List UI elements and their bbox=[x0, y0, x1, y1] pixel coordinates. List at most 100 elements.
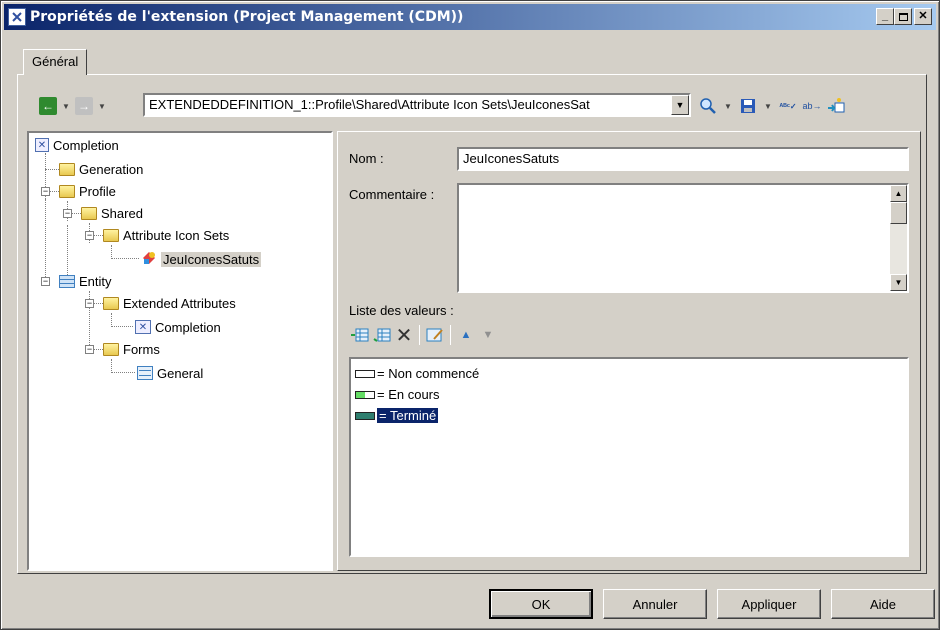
tab-general[interactable]: Général bbox=[23, 49, 88, 75]
combo-dropdown-button[interactable]: ▼ bbox=[671, 95, 689, 115]
expand-toggle-profile[interactable]: − bbox=[41, 187, 50, 196]
tree-item-completion-root[interactable]: ✕ Completion bbox=[35, 135, 119, 155]
properties-icon[interactable] bbox=[426, 326, 444, 344]
add-row-icon[interactable] bbox=[373, 326, 391, 344]
toolbar-separator bbox=[450, 325, 451, 345]
properties-dialog: Propriétés de l'extension (Project Manag… bbox=[0, 0, 940, 630]
folder-open-icon bbox=[81, 206, 97, 220]
maximize-icon bbox=[898, 12, 908, 21]
icon-set-icon bbox=[141, 250, 157, 269]
scroll-thumb[interactable] bbox=[890, 202, 907, 224]
folder-open-icon bbox=[103, 342, 119, 356]
tree-item-shared[interactable]: Shared bbox=[81, 203, 143, 223]
tree-item-label: Completion bbox=[53, 137, 119, 153]
table-icon bbox=[59, 274, 75, 288]
cancel-button[interactable]: Annuler bbox=[603, 589, 707, 619]
tree-item-label: Completion bbox=[155, 319, 221, 335]
name-input[interactable]: JeuIconesSatuts bbox=[457, 147, 909, 171]
comment-label: Commentaire : bbox=[349, 187, 435, 202]
form-icon bbox=[137, 366, 153, 380]
help-button[interactable]: Aide bbox=[831, 589, 935, 619]
folder-open-icon bbox=[103, 296, 119, 310]
cancel-button-label: Annuler bbox=[632, 596, 678, 612]
apply-template-icon[interactable] bbox=[827, 97, 845, 115]
path-combo-value: EXTENDEDDEFINITION_1::Profile\Shared\Att… bbox=[149, 97, 590, 112]
comment-scrollbar[interactable]: ▲ ▼ bbox=[890, 185, 907, 291]
tree-item-attribute-icon-sets[interactable]: Attribute Icon Sets bbox=[103, 225, 229, 245]
values-list-label: Liste des valeurs : bbox=[349, 303, 454, 318]
list-item-selected[interactable]: = Terminé bbox=[351, 405, 907, 426]
back-dropdown-icon[interactable]: ▼ bbox=[61, 97, 71, 115]
extension-icon bbox=[8, 8, 26, 26]
tree-item-label: Forms bbox=[123, 341, 160, 357]
tree-item-label: Generation bbox=[79, 161, 144, 177]
move-up-icon[interactable]: ▲ bbox=[457, 326, 475, 344]
tree-item-label: Attribute Icon Sets bbox=[123, 227, 230, 243]
back-arrow-icon[interactable]: ← bbox=[39, 97, 57, 115]
tree-line bbox=[111, 245, 112, 259]
tree-item-label: JeuIconesSatuts bbox=[161, 251, 262, 267]
tree-line bbox=[45, 199, 46, 285]
tab-general-label: Général bbox=[32, 54, 79, 69]
tree-line bbox=[111, 359, 112, 373]
values-toolbar: ✕ ▲ ▼ bbox=[351, 323, 497, 347]
close-button[interactable]: ✕ bbox=[914, 8, 932, 25]
expand-toggle-attribute-icon-sets[interactable]: − bbox=[85, 231, 94, 240]
expand-toggle-shared[interactable]: − bbox=[63, 209, 72, 218]
folder-open-icon bbox=[103, 228, 119, 242]
tree-item-forms[interactable]: Forms bbox=[103, 339, 160, 359]
path-combo[interactable]: EXTENDEDDEFINITION_1::Profile\Shared\Att… bbox=[143, 93, 691, 117]
save-icon[interactable] bbox=[739, 97, 757, 115]
save-dropdown-icon[interactable]: ▼ bbox=[763, 97, 773, 115]
insert-row-icon[interactable] bbox=[351, 326, 369, 344]
folder-open-icon bbox=[59, 184, 75, 198]
list-item-label: = Terminé bbox=[375, 407, 440, 424]
expand-toggle-forms[interactable]: − bbox=[85, 345, 94, 354]
tree-line bbox=[111, 258, 139, 259]
expand-toggle-extended-attributes[interactable]: − bbox=[85, 299, 94, 308]
replace-icon[interactable]: ab→ bbox=[803, 97, 822, 115]
tree-item-general[interactable]: General bbox=[137, 363, 203, 383]
spell-check-icon[interactable]: ᴬᴮᶜ✓ bbox=[779, 97, 797, 115]
tree-item-completion[interactable]: ✕ Completion bbox=[135, 317, 221, 337]
comment-textarea[interactable]: ▲ ▼ bbox=[457, 183, 909, 293]
move-down-icon[interactable]: ▼ bbox=[479, 326, 497, 344]
tree-item-entity[interactable]: Entity bbox=[59, 271, 112, 291]
maximize-button[interactable] bbox=[894, 8, 912, 25]
tree-line bbox=[49, 191, 59, 192]
tree-line bbox=[45, 169, 59, 170]
extended-attribute-icon: ✕ bbox=[35, 138, 49, 152]
close-icon: ✕ bbox=[918, 10, 928, 22]
scroll-up-button[interactable]: ▲ bbox=[890, 185, 907, 202]
apply-button[interactable]: Appliquer bbox=[717, 589, 821, 619]
tree-line bbox=[93, 349, 103, 350]
ok-button[interactable]: OK bbox=[489, 589, 593, 619]
scroll-down-button[interactable]: ▼ bbox=[890, 274, 907, 291]
tree-item-extended-attributes[interactable]: Extended Attributes bbox=[103, 293, 236, 313]
delete-icon[interactable]: ✕ bbox=[395, 325, 413, 347]
list-item-label: = Non commencé bbox=[377, 366, 480, 381]
list-item[interactable]: = En cours bbox=[351, 384, 907, 405]
window-title: Propriétés de l'extension (Project Manag… bbox=[30, 9, 464, 25]
list-item[interactable]: = Non commencé bbox=[351, 363, 907, 384]
ok-button-label: OK bbox=[531, 596, 551, 612]
tree-item-label: Profile bbox=[79, 183, 116, 199]
navigation-toolbar: ← ▼ → ▼ bbox=[39, 93, 107, 119]
help-button-label: Aide bbox=[869, 596, 897, 612]
tree-item-jeuiconessatuts[interactable]: JeuIconesSatuts bbox=[141, 249, 262, 269]
tree-line bbox=[93, 303, 103, 304]
expand-toggle-entity[interactable]: − bbox=[41, 277, 50, 286]
title-bar[interactable]: Propriétés de l'extension (Project Manag… bbox=[4, 4, 936, 30]
profile-tree[interactable]: − − − − − − ✕ Completion Generation Prof… bbox=[27, 131, 333, 571]
minimize-icon: _ bbox=[881, 10, 889, 22]
name-input-value: JeuIconesSatuts bbox=[463, 151, 560, 166]
values-listview[interactable]: = Non commencé = En cours = Terminé bbox=[349, 357, 909, 557]
tree-item-profile[interactable]: Profile bbox=[59, 181, 116, 201]
forward-arrow-icon[interactable]: → bbox=[75, 97, 93, 115]
tree-item-generation[interactable]: Generation bbox=[59, 159, 143, 179]
forward-dropdown-icon[interactable]: ▼ bbox=[97, 97, 107, 115]
tree-line bbox=[111, 326, 133, 327]
minimize-button[interactable]: _ bbox=[876, 8, 894, 25]
find-icon[interactable] bbox=[699, 97, 717, 115]
find-dropdown-icon[interactable]: ▼ bbox=[723, 97, 733, 115]
